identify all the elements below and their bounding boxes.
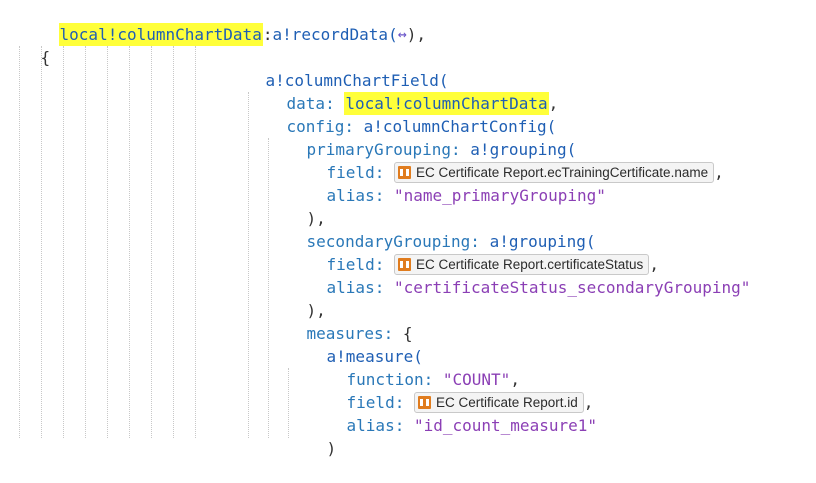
code-line-6: primaryGrouping: a!grouping( — [306, 140, 577, 159]
code-line-15: a!measure( — [326, 347, 423, 366]
code-line-2: { — [40, 48, 51, 67]
indent-guide — [19, 46, 21, 438]
code-line-9: ), — [306, 209, 326, 228]
code-line-18: alias: "id_count_measure1" — [346, 416, 597, 435]
code-line-16: function: "COUNT", — [346, 370, 520, 389]
code-line-1: local!columnChartData:a!recordData(↔), — [58, 23, 426, 46]
indent-guide — [107, 46, 109, 438]
variable-highlight[interactable]: local!columnChartData — [58, 23, 263, 46]
code-line-7: field: EC Certificate Report.ecTrainingC… — [326, 162, 724, 183]
indent-guide — [63, 46, 65, 438]
code-line-19: ) — [326, 439, 337, 458]
code-line-3: a!columnChartField( — [265, 71, 449, 90]
indent-guide — [129, 46, 131, 438]
code-line-10: secondaryGrouping: a!grouping( — [306, 232, 596, 251]
code-line-13: ), — [306, 301, 326, 320]
code-line-14: measures: { — [306, 324, 413, 343]
indent-guide — [195, 46, 197, 438]
code-line-4: data: local!columnChartData, — [286, 92, 559, 115]
expand-arrows-icon[interactable]: ↔ — [398, 23, 407, 46]
code-line-5: config: a!columnChartConfig( — [286, 117, 557, 136]
indent-guide — [151, 46, 153, 438]
code-line-8: alias: "name_primaryGrouping" — [326, 186, 606, 205]
indent-guide — [85, 46, 87, 438]
code-line-17: field: EC Certificate Report.id, — [346, 392, 594, 413]
code-line-11: field: EC Certificate Report.certificate… — [326, 254, 659, 275]
code-line-12: alias: "certificateStatus_secondaryGroup… — [326, 278, 751, 297]
indent-guide — [41, 46, 43, 438]
indent-guide — [173, 46, 175, 438]
code-editor[interactable]: local!columnChartData:a!recordData(↔), {… — [0, 0, 816, 458]
